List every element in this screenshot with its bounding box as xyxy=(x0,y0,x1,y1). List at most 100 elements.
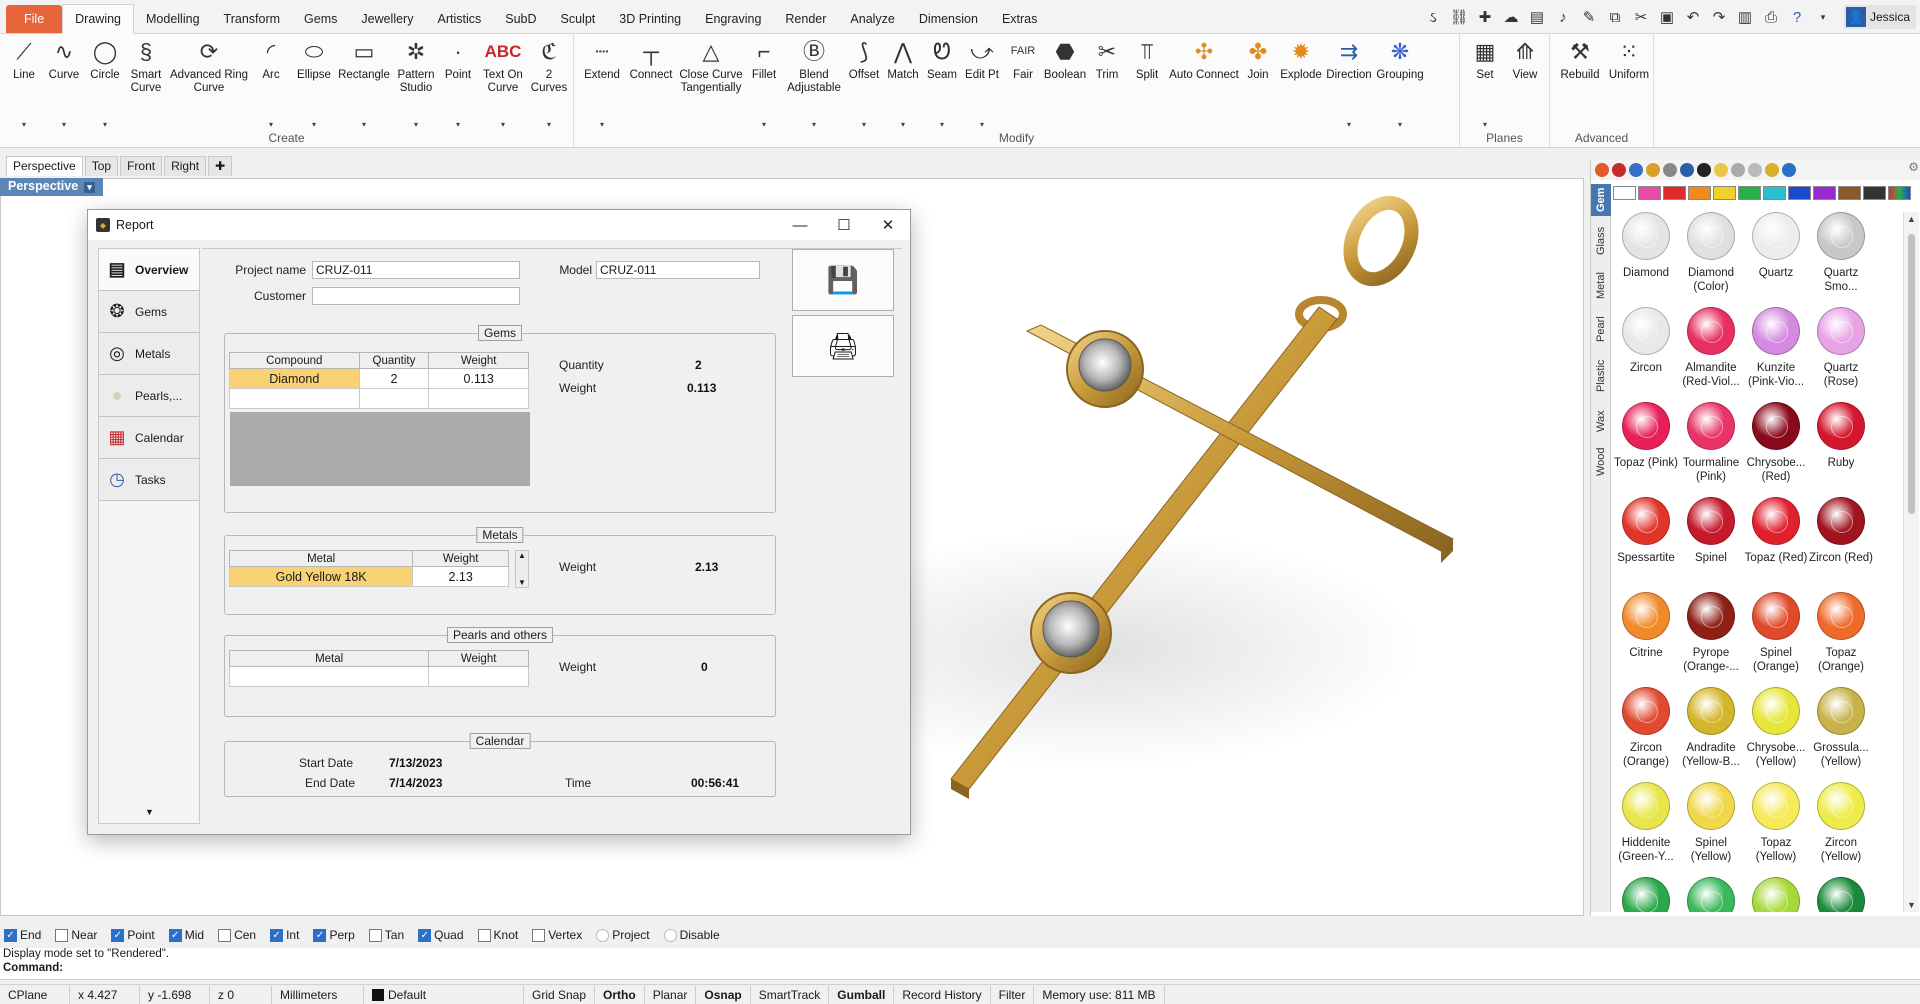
edit-pt-button[interactable]: ⤻ Edit Pt ▾ xyxy=(962,36,1002,129)
chevron-down-icon[interactable]: ▾ xyxy=(269,118,273,131)
project-name-field[interactable]: CRUZ-011 xyxy=(312,261,520,279)
paste-icon[interactable]: ▣ xyxy=(1656,6,1678,28)
fillet-button[interactable]: ⌐ Fillet ▾ xyxy=(744,36,784,129)
tab-metal[interactable]: Metal xyxy=(1591,266,1611,306)
model-field[interactable]: CRUZ-011 xyxy=(596,261,760,279)
tab-perspective[interactable]: Perspective xyxy=(6,156,83,176)
gem-material-item[interactable] xyxy=(1743,877,1809,912)
gem-material-item[interactable]: Tourmaline (Pink) xyxy=(1678,402,1744,484)
status-toggle[interactable]: Record History xyxy=(894,985,991,1004)
tab-top[interactable]: Top xyxy=(84,156,119,176)
chevron-down-icon[interactable]: ▾ xyxy=(312,118,316,131)
add-viewport-icon[interactable]: ✚ xyxy=(208,156,233,176)
cloud-icon[interactable]: ☁ xyxy=(1500,6,1522,28)
swatch-yellow[interactable] xyxy=(1713,186,1736,200)
puzzle-icon[interactable]: ✚ xyxy=(1474,6,1496,28)
table-header[interactable]: Quantity xyxy=(358,352,430,369)
radio-icon[interactable] xyxy=(663,928,677,942)
offset-button[interactable]: ⟆ Offset ▾ xyxy=(846,36,882,129)
chevron-down-icon[interactable]: ▼ xyxy=(1907,900,1916,910)
checkbox-icon[interactable] xyxy=(477,928,491,942)
chevron-down-icon[interactable]: ▾ xyxy=(84,182,95,193)
nav-tasks[interactable]: ◷ Tasks xyxy=(99,459,199,501)
tab-extras[interactable]: Extras xyxy=(990,5,1049,33)
swatch-orange[interactable] xyxy=(1688,186,1711,200)
status-toggle[interactable]: Gumball xyxy=(829,985,895,1004)
tab-plastic[interactable]: Plastic xyxy=(1591,352,1611,400)
bell-icon[interactable] xyxy=(1782,163,1796,177)
tab-file[interactable]: File xyxy=(6,5,63,33)
gem-material-item[interactable]: Quartz Smo... xyxy=(1808,212,1874,294)
table-row[interactable]: Diamond 2 0.113 xyxy=(229,368,529,389)
nav-gems[interactable]: ❂ Gems xyxy=(99,291,199,333)
tab-pearl[interactable]: Pearl xyxy=(1591,310,1611,348)
gem-material-item[interactable]: Diamond (Color) xyxy=(1678,212,1744,294)
tab-3d-printing[interactable]: 3D Printing xyxy=(607,5,693,33)
minimize-icon[interactable]: — xyxy=(778,210,822,240)
join-button[interactable]: ✤ Join xyxy=(1242,36,1274,82)
chevron-down-icon[interactable]: ▾ xyxy=(600,118,604,131)
camera-icon[interactable] xyxy=(1680,163,1694,177)
fair-button[interactable]: FAIR Fair xyxy=(1006,36,1040,82)
curve-button[interactable]: ∿ Curve ▾ xyxy=(46,36,82,129)
osnap-quad[interactable]: ✓ Quad xyxy=(418,928,464,942)
chevron-down-icon[interactable]: ▾ xyxy=(812,118,816,131)
match-button[interactable]: ⋀ Match ▾ xyxy=(884,36,922,129)
gem-material-item[interactable] xyxy=(1808,877,1874,912)
gem-material-item[interactable]: Zircon (Yellow) xyxy=(1808,782,1874,864)
osnap-project[interactable]: Project xyxy=(596,928,650,942)
globe-icon[interactable] xyxy=(1629,163,1643,177)
gem-material-item[interactable]: Chrysobe... (Yellow) xyxy=(1743,687,1809,769)
report-titlebar[interactable]: ◆ Report — ☐ ✕ xyxy=(88,210,910,240)
gem-material-item[interactable]: Spinel xyxy=(1678,497,1744,565)
metals-scrollbar[interactable]: ▲ ▼ xyxy=(515,550,529,588)
tab-wood[interactable]: Wood xyxy=(1591,442,1611,482)
osnap-cen[interactable]: Cen xyxy=(218,928,256,942)
swatch-custom[interactable] xyxy=(1888,186,1911,200)
checkbox-icon[interactable]: ✓ xyxy=(168,928,182,942)
status-toggle[interactable]: Grid Snap xyxy=(524,985,596,1004)
status-toggle[interactable]: Filter xyxy=(991,985,1035,1004)
tab-wax[interactable]: Wax xyxy=(1591,404,1611,438)
boolean-button[interactable]: ⬣ Boolean xyxy=(1042,36,1088,82)
nav-metals[interactable]: ◎ Metals xyxy=(99,333,199,375)
line-button[interactable]: ⟋ Line ▾ xyxy=(8,36,40,129)
tab-render[interactable]: Render xyxy=(773,5,838,33)
table-header[interactable]: Compound xyxy=(229,352,360,369)
close-curve-tangentially-button[interactable]: △ Close Curve Tangentially xyxy=(678,36,744,95)
color-wheel-icon[interactable] xyxy=(1595,163,1609,177)
swatch-cyan[interactable] xyxy=(1763,186,1786,200)
gem-material-item[interactable]: Quartz xyxy=(1743,212,1809,280)
checkbox-icon[interactable]: ✓ xyxy=(111,928,125,942)
osnap-end[interactable]: ✓ End xyxy=(4,928,41,942)
table-header[interactable]: Metal xyxy=(228,550,414,567)
nav-overview[interactable]: ▤ Overview xyxy=(99,249,199,291)
swatch-pink[interactable] xyxy=(1638,186,1661,200)
help-icon[interactable]: ? xyxy=(1786,6,1808,28)
osnap-mid[interactable]: ✓ Mid xyxy=(168,928,204,942)
microphone-icon[interactable]: ♪ xyxy=(1552,6,1574,28)
point-button[interactable]: · Point ▾ xyxy=(442,36,474,129)
set-button[interactable]: ▦ Set ▾ xyxy=(1470,36,1500,129)
smart-curve-button[interactable]: § Smart Curve xyxy=(126,36,166,95)
tab-gems[interactable]: Gems xyxy=(292,5,349,33)
tab-glass[interactable]: Glass xyxy=(1591,220,1611,262)
viewport-title[interactable]: Perspective ▾ xyxy=(0,178,103,196)
table-header[interactable]: Weight xyxy=(428,650,529,667)
chevron-up-icon[interactable]: ▲ xyxy=(518,551,526,560)
osnap-vertex[interactable]: Vertex xyxy=(532,928,582,942)
chevron-down-icon[interactable]: ▼ xyxy=(518,578,526,587)
command-input[interactable]: Command: xyxy=(0,962,1920,980)
chevron-down-icon[interactable]: ▾ xyxy=(414,118,418,131)
gem-material-item[interactable]: Topaz (Red) xyxy=(1743,497,1809,565)
swatch-brown[interactable] xyxy=(1838,186,1861,200)
chevron-down-icon[interactable]: ▾ xyxy=(22,118,26,131)
chevron-down-icon[interactable]: ▾ xyxy=(762,118,766,131)
tab-sculpt[interactable]: Sculpt xyxy=(549,5,608,33)
cut-icon[interactable]: ✂ xyxy=(1630,6,1652,28)
uniform-button[interactable]: ⁙ Uniform xyxy=(1608,36,1650,82)
nav-pearls[interactable]: ● Pearls,... xyxy=(99,375,199,417)
gem-material-item[interactable]: Kunzite (Pink-Vio... xyxy=(1743,307,1809,389)
arc-button[interactable]: ◜ Arc ▾ xyxy=(256,36,286,129)
table-header[interactable]: Weight xyxy=(428,352,529,369)
